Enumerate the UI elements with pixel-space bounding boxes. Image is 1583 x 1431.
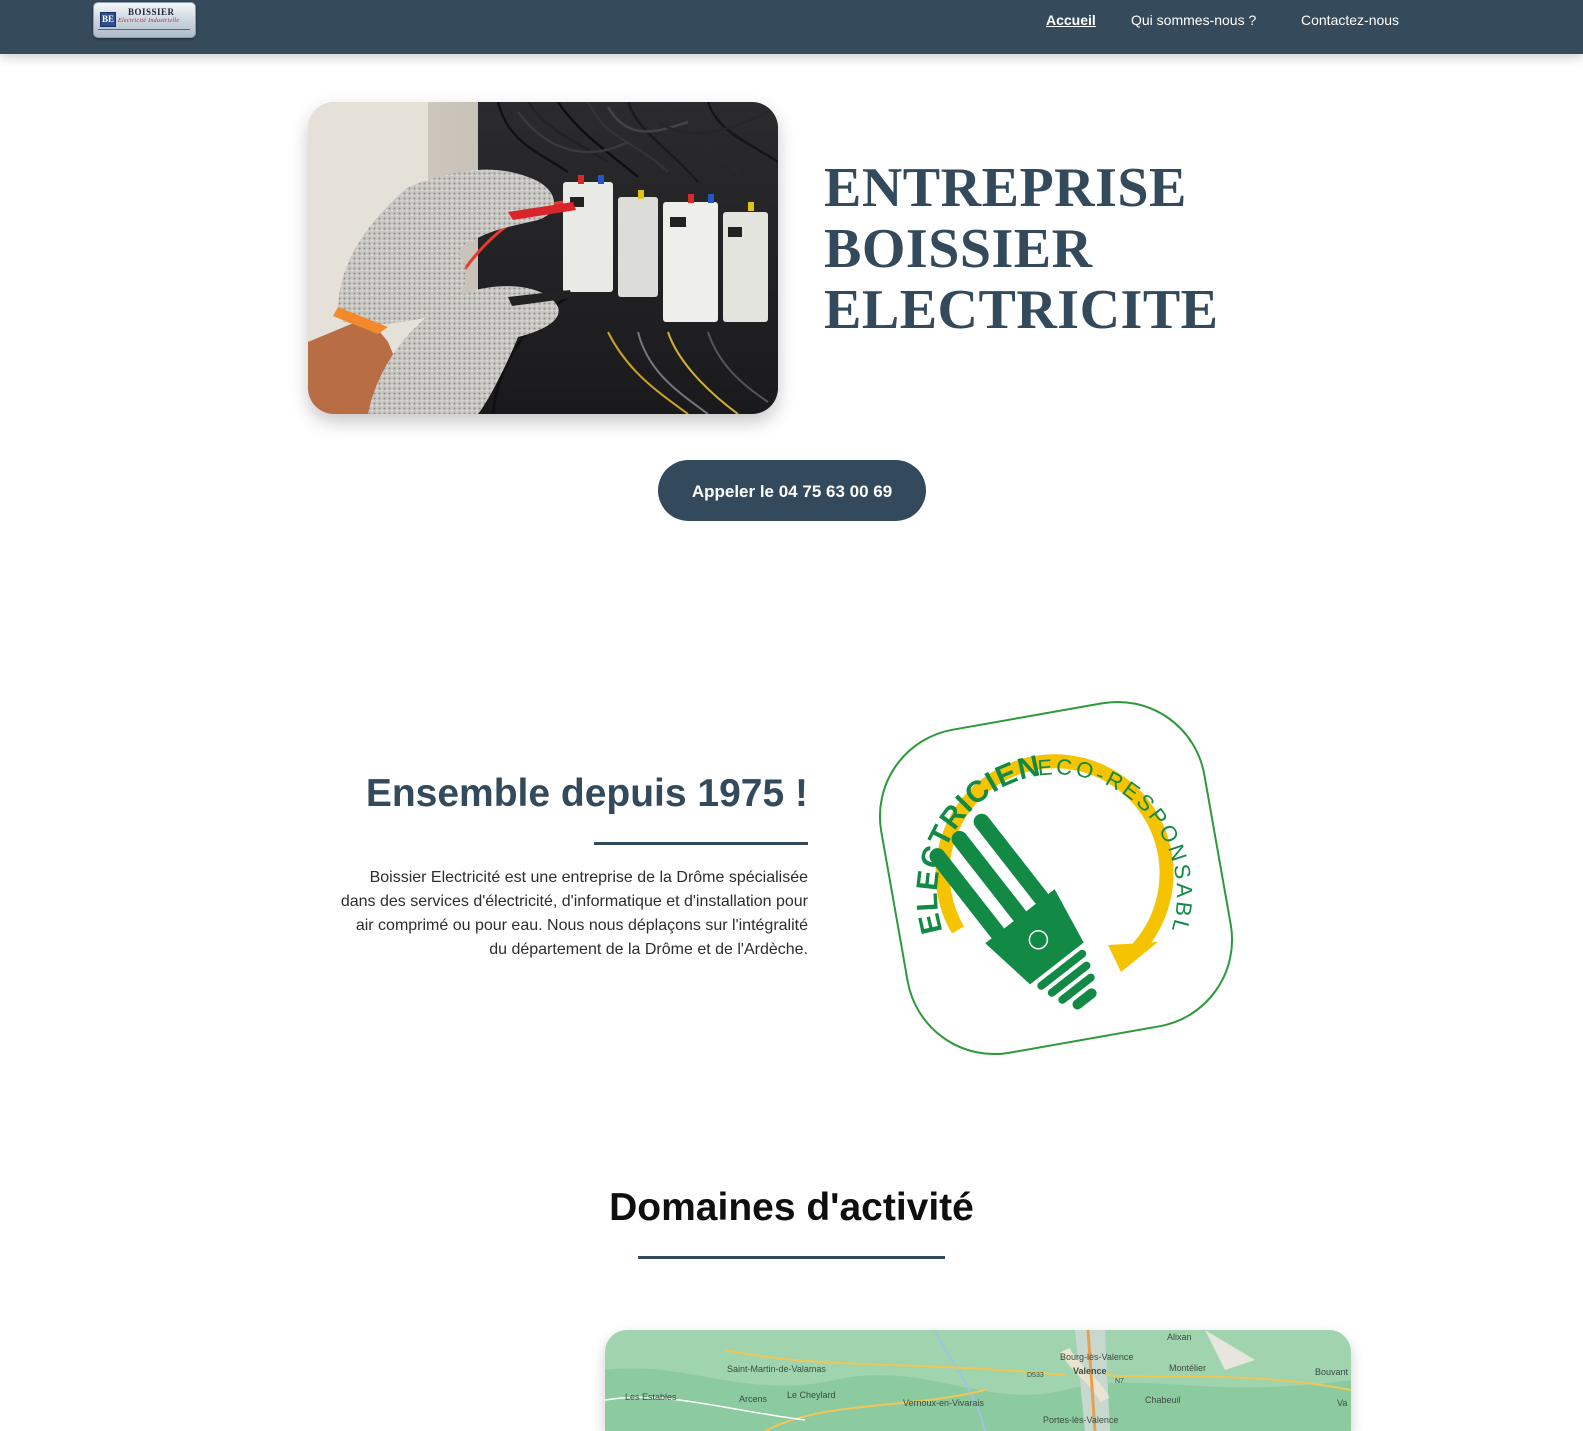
map-label: Les Estables: [625, 1392, 677, 1402]
map-label: Arcens: [739, 1394, 768, 1404]
about-title-underline: [594, 842, 808, 845]
map-label: Bouvant: [1315, 1367, 1349, 1377]
hero-title-line: BOISSIER: [824, 218, 1093, 280]
map-label: D533: [1027, 1372, 1044, 1379]
hero-title: ENTREPRISE BOISSIER ELECTRICITE: [824, 158, 1244, 341]
logo-name: BOISSIER: [128, 7, 175, 17]
map-label: Va: [1337, 1398, 1347, 1408]
service-area-map[interactable]: Alixan Bourg-lès-Valence Valence Montéli…: [605, 1330, 1351, 1431]
map-label: Chabeuil: [1145, 1395, 1181, 1405]
map-canvas: Alixan Bourg-lès-Valence Valence Montéli…: [605, 1330, 1351, 1431]
map-label: Vernoux-en-Vivarais: [903, 1398, 984, 1408]
map-label: Valence: [1073, 1366, 1107, 1376]
eco-bulb-icon: ELECTRICIEN ECO-RESPONSABLE: [859, 670, 1234, 1056]
electrician-photo: [308, 102, 778, 414]
about-title: Ensemble depuis 1975 !: [365, 772, 808, 815]
map-label: Le Cheylard: [787, 1390, 836, 1400]
electrician-hands-panel-illustration: [308, 102, 778, 414]
logo-mark: BE: [100, 12, 116, 27]
logo-divider: [98, 29, 190, 30]
about-description: Boissier Electricité est une entreprise …: [340, 869, 808, 958]
hero-title-line: ELECTRICITE: [824, 279, 1219, 341]
map-label: Bourg-lès-Valence: [1060, 1352, 1133, 1362]
call-phone-button[interactable]: Appeler le 04 75 63 00 69: [658, 460, 926, 521]
map-label: N7: [1115, 1378, 1124, 1385]
nav-link-qui-sommes-nous[interactable]: Qui sommes-nous ?: [1131, 12, 1256, 30]
domaines-title-underline: [638, 1256, 945, 1259]
hero-title-line: ENTREPRISE: [824, 157, 1187, 219]
map-label: Alixan: [1167, 1332, 1192, 1342]
eco-responsable-badge: ELECTRICIEN ECO-RESPONSABLE: [859, 670, 1244, 1066]
map-label: Portes-lès-Valence: [1043, 1415, 1118, 1425]
logo-subtitle: Electricité Industrielle: [118, 18, 180, 24]
nav-link-contactez-nous[interactable]: Contactez-nous: [1301, 12, 1399, 30]
domaines-title: Domaines d'activité: [609, 1186, 974, 1229]
nav-link-accueil[interactable]: Accueil: [1046, 12, 1096, 30]
map-label: Saint-Martin-de-Valamas: [727, 1364, 826, 1374]
company-logo[interactable]: BE BOISSIER Electricité Industrielle: [93, 2, 196, 38]
map-label: Montélier: [1169, 1363, 1206, 1373]
top-navigation-bar: BE BOISSIER Electricité Industrielle Acc…: [0, 0, 1583, 54]
